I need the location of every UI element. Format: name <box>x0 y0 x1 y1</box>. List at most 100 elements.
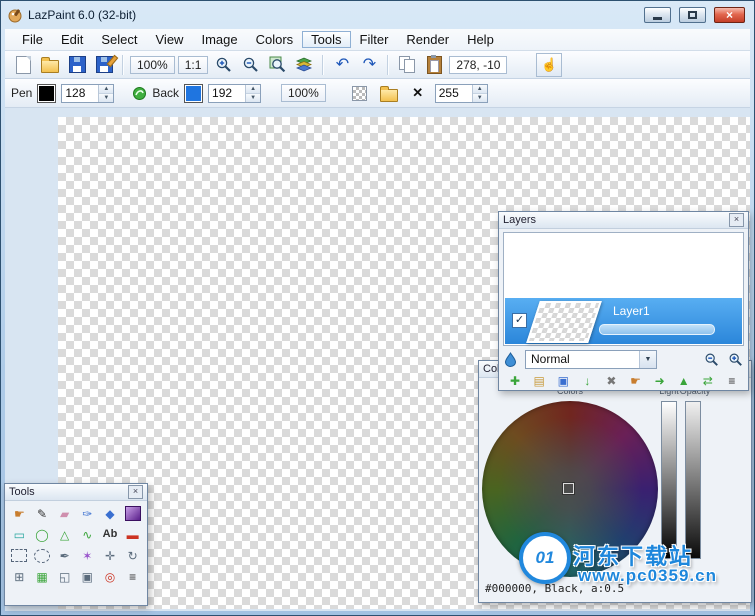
pen-width-spinner[interactable]: 128 ▲ ▼ <box>61 83 115 103</box>
zoom-layer-button[interactable] <box>292 54 316 76</box>
magic-wand-tool-icon[interactable]: ✶ <box>76 545 99 566</box>
layer-visibility-checkbox[interactable]: ✓ <box>512 313 527 328</box>
spinner-buttons: ▲ ▼ <box>245 84 261 102</box>
filled-rect-tool-icon[interactable]: ▬ <box>121 524 144 545</box>
ellipse-tool-icon[interactable]: ◯ <box>31 524 54 545</box>
layer-thumbnail[interactable] <box>526 301 602 343</box>
toolbar-separator <box>387 54 390 75</box>
layer-options-icon[interactable]: ≡ <box>720 371 744 390</box>
select-pen-tool-icon[interactable]: ✒ <box>53 545 76 566</box>
tools-panel-titlebar[interactable]: Tools × <box>5 484 147 501</box>
layer-opacity-bar[interactable] <box>599 324 715 335</box>
select-rect-tool-icon[interactable] <box>8 545 31 566</box>
menu-image[interactable]: Image <box>192 31 246 48</box>
blend-mode-select[interactable]: Normal ▼ <box>525 349 657 369</box>
copy-button[interactable] <box>395 54 419 76</box>
menu-tools[interactable]: Tools <box>302 31 351 48</box>
merge-layer-down-icon[interactable]: ↓ <box>575 371 599 390</box>
lightness-slider[interactable] <box>661 401 677 559</box>
select-ellipse-tool-icon[interactable] <box>31 545 54 566</box>
menu-help[interactable]: Help <box>458 31 503 48</box>
layers-panel-titlebar[interactable]: Layers × <box>499 212 748 229</box>
raise-layer-icon[interactable]: ▲ <box>672 371 696 390</box>
color-wheel-selector[interactable] <box>562 482 575 495</box>
deformation-grid-tool-icon[interactable]: ⊞ <box>8 566 31 587</box>
spin-up-icon[interactable]: ▲ <box>99 84 114 94</box>
shift-layer-icon[interactable]: ➜ <box>648 371 672 390</box>
pen-width-value[interactable]: 128 <box>62 85 98 102</box>
pencil-tool-icon[interactable]: ✎ <box>31 503 54 524</box>
spin-down-icon[interactable]: ▼ <box>472 93 487 102</box>
perspective-tool-icon[interactable]: ◱ <box>53 566 76 587</box>
menu-render[interactable]: Render <box>397 31 458 48</box>
duplicate-layer-icon[interactable]: ▣ <box>551 371 575 390</box>
menu-colors[interactable]: Colors <box>247 31 303 48</box>
hand-tool-icon[interactable]: ☛ <box>8 503 31 524</box>
open-texture-button[interactable] <box>377 82 401 104</box>
zoom-fit-button[interactable] <box>265 54 289 76</box>
menu-edit[interactable]: Edit <box>52 31 92 48</box>
layer-zoom-out-icon[interactable] <box>704 352 719 367</box>
redo-button[interactable]: ↷ <box>357 54 381 76</box>
texture-mapping-tool-icon[interactable]: ▦ <box>31 566 54 587</box>
curve-tool-icon[interactable]: ∿ <box>76 524 99 545</box>
layer-row-selected[interactable]: ✓ Layer1 <box>505 298 742 344</box>
layers-panel-close-button[interactable]: × <box>729 213 744 227</box>
save-button[interactable] <box>65 54 89 76</box>
back-width-spinner[interactable]: 192 ▲ ▼ <box>208 83 262 103</box>
spin-down-icon[interactable]: ▼ <box>99 93 114 102</box>
brush-tool-icon[interactable]: ✑ <box>76 503 99 524</box>
open-layer-icon[interactable]: ▤ <box>527 371 551 390</box>
save-as-button[interactable] <box>92 54 118 76</box>
zoom-in-button[interactable] <box>211 54 235 76</box>
zoom-level-box[interactable]: 100% <box>130 55 175 74</box>
close-button[interactable]: × <box>714 6 745 23</box>
spin-up-icon[interactable]: ▲ <box>472 84 487 94</box>
dropdown-arrow-icon[interactable]: ▼ <box>639 350 656 368</box>
hand-tool-button[interactable]: ☝ <box>536 52 563 77</box>
eraser-tool-icon[interactable]: ▰ <box>53 503 76 524</box>
title-bar[interactable]: LazPaint 6.0 (32-bit) × <box>1 1 754 28</box>
opacity-box[interactable]: 100% <box>281 84 326 102</box>
minimize-button[interactable] <box>644 6 671 23</box>
tools-panel-close-button[interactable]: × <box>128 485 143 499</box>
back-color-swatch[interactable] <box>184 83 204 103</box>
layer-name[interactable]: Layer1 <box>613 304 650 318</box>
move-selection-tool-icon[interactable]: ✛ <box>99 545 122 566</box>
menu-view[interactable]: View <box>147 31 193 48</box>
zoom-original-button[interactable]: 1:1 <box>177 55 209 74</box>
spin-down-icon[interactable]: ▼ <box>246 93 261 102</box>
delete-layer-icon[interactable]: ✖ <box>599 371 623 390</box>
rotate-selection-tool-icon[interactable]: ↻ <box>121 545 144 566</box>
back-width-value[interactable]: 192 <box>209 85 245 102</box>
color-picker-tool-icon[interactable]: ◎ <box>99 566 122 587</box>
layer-zoom-in-icon[interactable] <box>728 352 743 367</box>
undo-button[interactable]: ↶ <box>330 54 354 76</box>
open-button[interactable] <box>38 54 62 76</box>
texture-button[interactable] <box>348 82 372 104</box>
texture-alpha-spinner[interactable]: 255 ▲ ▼ <box>434 83 488 103</box>
clear-texture-button[interactable]: ✕ <box>406 82 430 104</box>
gradient-tool-icon[interactable] <box>121 503 144 524</box>
flip-layer-icon[interactable]: ⇄ <box>696 371 720 390</box>
move-layer-icon[interactable]: ☛ <box>623 371 647 390</box>
paste-button[interactable] <box>422 54 446 76</box>
clone-tool-icon[interactable]: ▣ <box>76 566 99 587</box>
new-image-button[interactable] <box>11 54 35 76</box>
add-layer-icon[interactable]: ✚ <box>503 371 527 390</box>
text-tool-icon[interactable]: Ab <box>99 524 122 545</box>
zoom-out-button[interactable] <box>238 54 262 76</box>
spin-up-icon[interactable]: ▲ <box>246 84 261 94</box>
adjust-tool-icon[interactable]: ≡ <box>121 566 144 587</box>
tools-grid: ☛ ✎ ▰ ✑ ◆ ▭ ◯ △ ∿ Ab ▬ ✒ ✶ ✛ ↻ ⊞ ▦ ◱ ▣ ◎… <box>8 503 144 602</box>
pen-color-swatch[interactable] <box>37 83 57 103</box>
maximize-button[interactable] <box>679 6 706 23</box>
menu-select[interactable]: Select <box>92 31 146 48</box>
rectangle-tool-icon[interactable]: ▭ <box>8 524 31 545</box>
polygon-tool-icon[interactable]: △ <box>53 524 76 545</box>
floodfill-tool-icon[interactable]: ◆ <box>99 503 122 524</box>
menu-filter[interactable]: Filter <box>351 31 398 48</box>
texture-alpha-value[interactable]: 255 <box>436 85 472 102</box>
opacity-slider[interactable] <box>685 401 701 559</box>
menu-file[interactable]: File <box>13 31 52 48</box>
